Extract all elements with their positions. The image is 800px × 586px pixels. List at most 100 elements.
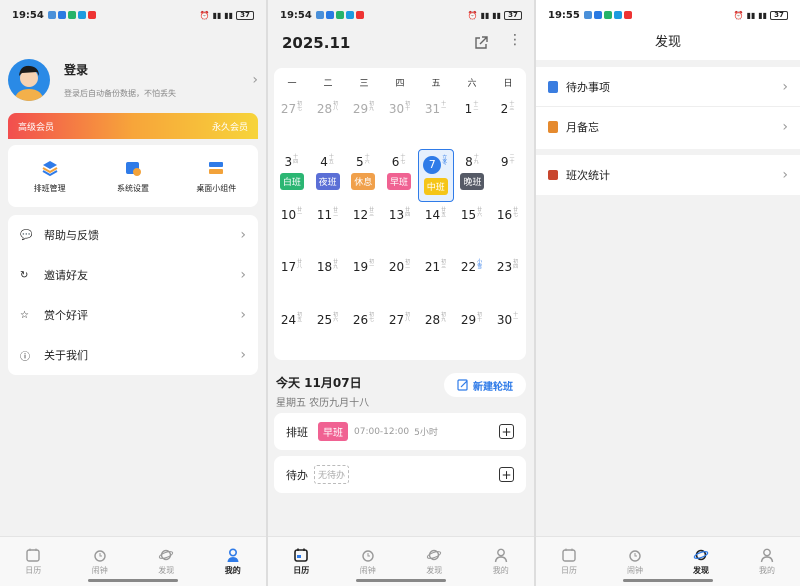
system-settings-button[interactable]: 系统设置 — [91, 145, 174, 207]
login-subtitle: 登录后自动备份数据，不怕丢失 — [64, 89, 176, 98]
menu-rate[interactable]: ☆ 赏个好评 › — [8, 295, 258, 335]
add-todo-icon[interactable]: + — [499, 467, 514, 482]
day-cell[interactable]: 28 初八 — [311, 96, 345, 149]
home-indicator[interactable] — [88, 579, 178, 582]
home-indicator[interactable] — [356, 579, 446, 582]
day-cell[interactable]: 13 廿四 — [383, 202, 417, 255]
vip-value: 永久会员 — [211, 122, 248, 133]
day-cell[interactable]: 25 初六 — [311, 307, 345, 360]
lunar-date: 十二 — [473, 101, 479, 112]
lunar-date: 初七 — [369, 312, 375, 324]
day-number: 8 — [465, 154, 473, 169]
home-indicator[interactable] — [623, 579, 713, 582]
menu-help-feedback[interactable]: 💬 帮助与反馈 › — [8, 215, 258, 255]
day-cell[interactable]: 10 廿一 — [275, 202, 309, 255]
discover-item-todo[interactable]: 待办事项 › — [536, 67, 800, 107]
day-number: 27 — [280, 102, 297, 116]
menu-about[interactable]: ⓘ 关于我们 › — [8, 335, 258, 375]
day-cell[interactable]: 5 十六 休息 — [346, 149, 380, 202]
day-cell[interactable]: 30 十一 — [491, 307, 525, 360]
day-cell[interactable]: 6 十七 早班 — [382, 149, 416, 202]
stats-book-icon — [548, 170, 558, 180]
tab-calendar[interactable]: 日历 — [536, 537, 602, 586]
discover-item-memo[interactable]: 月备忘 › — [536, 107, 800, 147]
settings-calendar-icon — [125, 161, 141, 176]
day-cell[interactable]: 12 廿三 — [347, 202, 381, 255]
lunar-date: 廿九 — [333, 259, 339, 271]
day-cell[interactable]: 26 初七 — [347, 307, 381, 360]
day-cell[interactable]: 22 小雪 — [455, 254, 489, 307]
tab-mine[interactable]: 我的 — [734, 537, 800, 586]
day-cell[interactable]: 1 十二 — [455, 96, 489, 149]
discover-item-stats[interactable]: 班次统计 › — [536, 155, 800, 195]
shift-manage-button[interactable]: 排班管理 — [8, 145, 91, 207]
day-cell[interactable]: 9 二十 — [491, 149, 525, 202]
day-cell[interactable]: 29 初十 — [455, 307, 489, 360]
day-cell[interactable]: 31 十一 — [419, 96, 453, 149]
vip-banner[interactable]: 高级会员 永久会员 — [8, 113, 258, 139]
day-cell[interactable]: 29 初九 — [347, 96, 381, 149]
more-icon[interactable]: ⋮ — [508, 32, 522, 48]
day-cell[interactable]: 18 廿九 — [311, 254, 345, 307]
lunar-date: 廿一 — [297, 206, 303, 218]
tab-label: 闹钟 — [359, 566, 376, 575]
menu-invite[interactable]: ↻ 邀请好友 › — [8, 255, 258, 295]
day-number: 3 — [284, 154, 293, 169]
login-card[interactable]: 登录 登录后自动备份数据，不怕丢失 › — [8, 52, 258, 108]
calendar-icon — [294, 548, 309, 562]
page-header: 发现 — [536, 30, 800, 60]
todo-row[interactable]: 待办 无待办 + — [274, 456, 526, 493]
day-cell[interactable]: 21 初三 — [419, 254, 453, 307]
day-cell[interactable]: 27 初七 — [275, 96, 309, 149]
day-cell[interactable]: 24 初五 — [275, 307, 309, 360]
calendar-icon — [26, 548, 40, 562]
day-cell[interactable]: 11 廿二 — [311, 202, 345, 255]
shift-tag: 夜班 — [315, 172, 340, 190]
day-cell[interactable]: 23 初四 — [491, 254, 525, 307]
day-cell[interactable]: 7 立冬 中班 — [417, 148, 454, 202]
tab-mine[interactable]: 我的 — [200, 537, 267, 586]
day-cell[interactable]: 30 初十 — [383, 96, 417, 149]
tab-mine[interactable]: 我的 — [468, 537, 535, 586]
shift-row[interactable]: 排班 早班 07:00-12:00 5小时 + — [274, 413, 526, 450]
chevron-right-icon: › — [240, 347, 246, 363]
tab-label: 我的 — [224, 566, 241, 575]
day-cell[interactable]: 4 十五 夜班 — [311, 149, 345, 202]
day-number: 2 — [500, 102, 509, 116]
add-shift-icon[interactable]: + — [499, 424, 514, 439]
widget-label: 桌面小组件 — [196, 183, 237, 193]
share-icon[interactable] — [473, 35, 489, 51]
day-number: 14 — [424, 207, 441, 222]
day-cell[interactable]: 15 廿六 — [455, 202, 489, 255]
day-cell[interactable]: 16 廿七 — [491, 202, 525, 255]
new-rotation-button[interactable]: 新建轮班 — [444, 373, 526, 397]
tab-calendar[interactable]: 日历 — [0, 537, 67, 586]
day-cell[interactable]: 19 初一 — [347, 254, 381, 307]
chevron-right-icon: › — [782, 119, 788, 135]
lunar-date: 廿三 — [369, 206, 375, 218]
menu-label: 邀请好友 — [44, 269, 88, 282]
day-cell[interactable]: 28 初九 — [419, 307, 453, 360]
day-cell[interactable]: 20 初二 — [383, 254, 417, 307]
day-number: 11 — [316, 207, 333, 222]
day-cell[interactable]: 3 十四 白班 — [275, 149, 309, 202]
menu-label: 关于我们 — [44, 349, 88, 362]
tab-calendar[interactable]: 日历 — [268, 537, 335, 586]
day-cell[interactable]: 14 廿五 — [419, 202, 453, 255]
day-cell[interactable]: 27 初八 — [383, 307, 417, 360]
today-subtitle: 星期五 农历九月十八 — [276, 398, 370, 409]
lunar-date: 廿二 — [333, 206, 339, 218]
tab-label: 闹钟 — [627, 566, 643, 575]
day-cell[interactable]: 8 十九 晚班 — [456, 149, 490, 202]
day-number: 6 — [391, 154, 400, 169]
status-bar: 19:54 ⏰ ▮▮ ▮▮ 37 — [268, 0, 534, 30]
weekday-label: 四 — [395, 78, 405, 89]
month-title[interactable]: 2025.11 — [282, 34, 350, 52]
lunar-date: 廿四 — [405, 206, 411, 218]
widget-button[interactable]: 桌面小组件 — [175, 145, 258, 207]
day-cell[interactable]: 2 十三 — [491, 96, 525, 149]
day-number: 12 — [352, 207, 369, 222]
lunar-date: 立冬 — [442, 154, 448, 166]
day-cell[interactable]: 17 廿八 — [275, 254, 309, 307]
discover-group-1: 待办事项 › 月备忘 › — [536, 67, 800, 149]
